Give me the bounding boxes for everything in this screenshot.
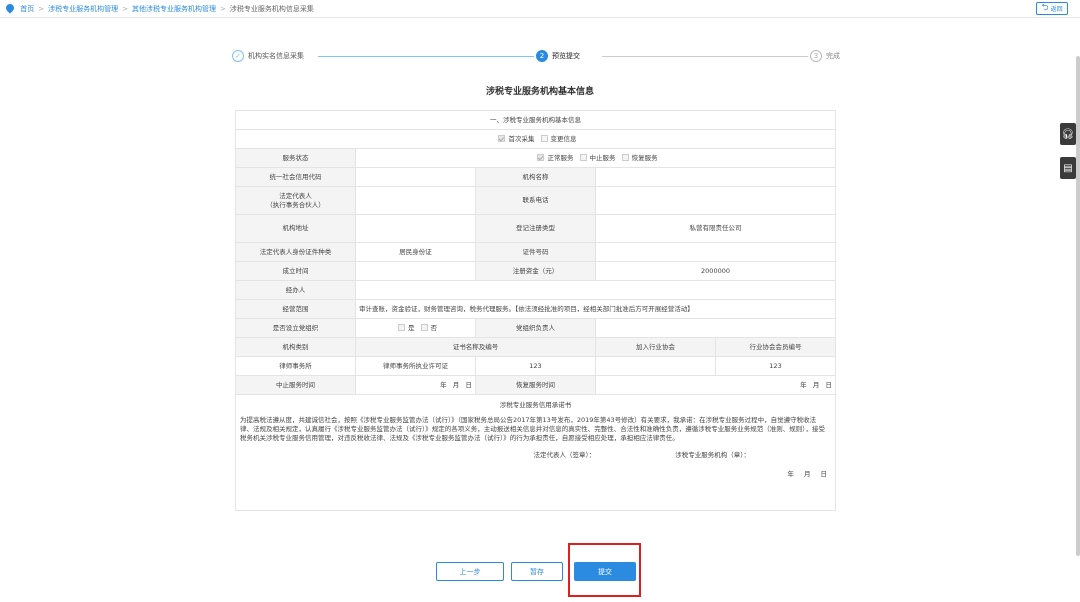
assoc-no-header: 行业协会会员编号 — [714, 337, 837, 357]
phone-value — [594, 186, 837, 215]
assoc-header: 加入行业协会 — [595, 337, 716, 357]
cert-no-value: 123 — [475, 356, 596, 376]
reg-type-value: 私营有限责任公司 — [594, 214, 837, 243]
status-suspend-label: 中止服务 — [589, 153, 616, 162]
org-category-value: 律师事务所 — [235, 356, 356, 376]
assoc-value — [595, 356, 716, 376]
suspend-time-value: 年 月 日 — [355, 375, 476, 395]
section-title: 一、涉税专业服务机构基本信息 — [234, 110, 837, 130]
party-org-options: 是 否 — [355, 318, 476, 338]
party-yes-checkbox[interactable] — [397, 323, 405, 331]
resume-time-label: 恢复服务时间 — [475, 375, 596, 395]
top-bar: 首页 > 涉税专业服务机构管理 > 其他涉税专业服务机构管理 > 涉税专业服务机构信息采集 … — [0, 0, 1080, 18]
breadcrumb-current: 涉税专业服务机构信息采集 — [229, 5, 314, 13]
location-pin-icon — [4, 2, 16, 14]
party-no-label: 否 — [430, 323, 438, 332]
back-button[interactable]: ⮌ 返回 — [1036, 2, 1068, 15]
party-head-value — [594, 318, 837, 338]
status-resume-checkbox[interactable] — [621, 153, 629, 161]
org-seal-label: 涉税专业服务机构（章）： — [675, 451, 751, 459]
assoc-no-value: 123 — [714, 356, 837, 376]
status-resume-label: 恢复服务 — [631, 153, 658, 162]
headset-icon[interactable]: 🎧︎ — [1060, 123, 1076, 145]
handler-label: 经办人 — [235, 280, 356, 300]
prev-step-button[interactable]: 上一步 — [436, 562, 504, 581]
breadcrumb-separator: > — [122, 5, 128, 13]
legal-rep-label: 法定代表人 （执行事务合伙人） — [235, 186, 356, 215]
breadcrumb-separator: > — [219, 5, 226, 13]
address-value — [355, 214, 476, 243]
check-circle-icon: ✓ — [232, 50, 244, 62]
promise-text: 为提高税法遵从度，共建诚信社会，按照《涉税专业服务监管办法（试行）》（国家税务总… — [240, 416, 825, 442]
status-suspend-checkbox[interactable] — [579, 153, 587, 161]
collect-change-label: 变更信息 — [550, 134, 577, 143]
cert-header: 证书名称及编号 — [355, 337, 596, 357]
org-name-label: 机构名称 — [475, 167, 596, 187]
party-head-label: 党组织负责人 — [475, 318, 596, 338]
step-connector — [318, 56, 534, 57]
resume-time-value: 年 月 日 — [594, 375, 837, 395]
credit-code-label: 统一社会信用代码 — [235, 167, 356, 187]
scope-label: 经营范围 — [235, 299, 356, 319]
step-3: 3 完成 — [810, 50, 840, 62]
breadcrumb-home-link[interactable]: 首页 — [20, 5, 34, 13]
cert-name-value: 律师事务所执业许可证 — [355, 356, 476, 376]
promise-date: 年 月 日 — [787, 470, 828, 478]
form-title: 涉税专业服务机构基本信息 — [485, 87, 594, 97]
step-2-number: 2 — [536, 50, 548, 62]
collect-first-label: 首次采集 — [508, 134, 535, 143]
capital-value: 2000000 — [594, 261, 837, 281]
legal-rep-value — [355, 186, 476, 215]
reg-type-label: 登记注册类型 — [475, 214, 596, 243]
founded-label: 成立时间 — [235, 261, 356, 281]
back-button-label: 返回 — [1050, 6, 1063, 13]
step-2: 2 预览提交 — [536, 50, 580, 62]
step-2-label: 预览提交 — [552, 52, 580, 60]
handler-value — [354, 280, 837, 300]
scrollbar[interactable] — [1076, 56, 1080, 556]
service-status-label: 服务状态 — [235, 148, 356, 168]
step-1-label: 机构实名信息采集 — [248, 52, 304, 60]
founded-value — [355, 261, 476, 281]
service-status-options: 正常服务 中止服务 恢复服务 — [354, 148, 837, 168]
address-label: 机构地址 — [235, 214, 356, 243]
breadcrumb-separator: > — [38, 5, 45, 13]
party-no-checkbox[interactable] — [420, 323, 428, 331]
breadcrumb-level2-link[interactable]: 其他涉税专业服务机构管理 — [132, 5, 216, 13]
manual-icon[interactable]: ▤ — [1060, 157, 1076, 179]
signature-row: 法定代表人（签章）： 涉税专业服务机构（章）： — [237, 451, 835, 460]
org-category-label: 机构类别 — [235, 337, 356, 357]
info-table: 一、涉税专业服务机构基本信息 首次采集 变更信息 服务状态 正常服务 中止服务 … — [234, 110, 837, 511]
collect-change-checkbox[interactable] — [540, 134, 548, 142]
scope-value: 审计查账，资金验证，财务管理咨询，税务代理服务。【依法须经批准的项目，经相关部门… — [354, 299, 837, 319]
step-1: ✓ 机构实名信息采集 — [232, 50, 304, 62]
status-normal-checkbox[interactable] — [537, 153, 545, 161]
org-name-value — [594, 167, 837, 187]
credit-code-value — [355, 167, 476, 187]
step-3-label: 完成 — [826, 52, 840, 60]
promise-title: 涉税专业服务信用承诺书 — [499, 401, 572, 409]
capital-label: 注册资金（元） — [475, 261, 596, 281]
step-indicator: ✓ 机构实名信息采集 2 预览提交 3 完成 — [232, 50, 844, 66]
id-no-label: 证件号码 — [475, 242, 596, 262]
step-3-number: 3 — [810, 50, 822, 62]
save-draft-button[interactable]: 暂存 — [511, 562, 563, 581]
step-connector — [602, 56, 808, 57]
collect-first-checkbox[interactable] — [498, 134, 506, 142]
id-type-label: 法定代表人身份证件种类 — [235, 242, 356, 262]
phone-label: 联系电话 — [475, 186, 596, 215]
collect-type-row: 首次采集 变更信息 — [234, 129, 837, 149]
party-yes-label: 是 — [407, 323, 415, 332]
highlight-box — [568, 543, 641, 597]
status-normal-label: 正常服务 — [547, 153, 574, 162]
legal-rep-signature-label: 法定代表人（签章）： — [533, 451, 596, 459]
id-no-value — [594, 242, 837, 262]
return-arrow-icon: ⮌ — [1041, 3, 1049, 13]
id-type-value: 居民身份证 — [355, 242, 476, 262]
promise-section: 涉税专业服务信用承诺书 为提高税法遵从度，共建诚信社会，按照《涉税专业服务监管办… — [234, 394, 837, 511]
suspend-time-label: 中止服务时间 — [235, 375, 356, 395]
breadcrumb: 首页 > 涉税专业服务机构管理 > 其他涉税专业服务机构管理 > 涉税专业服务机构信息采集 — [4, 2, 314, 14]
party-org-label: 是否设立党组织 — [235, 318, 356, 338]
breadcrumb-level1-link[interactable]: 涉税专业服务机构管理 — [48, 5, 118, 13]
